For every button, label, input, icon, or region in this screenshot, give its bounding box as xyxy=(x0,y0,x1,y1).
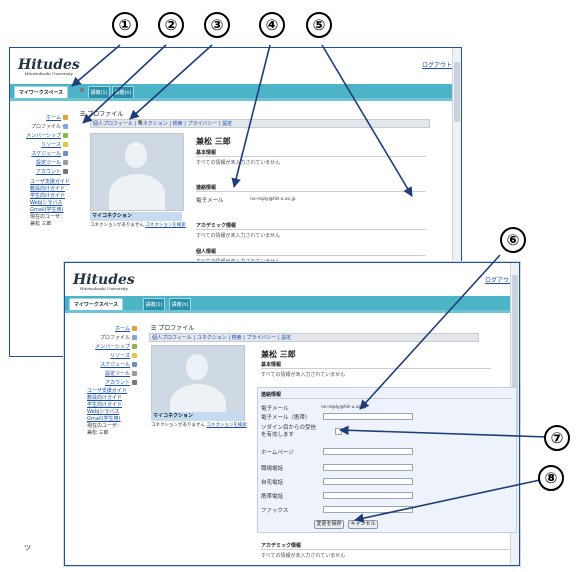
callout-6: ⑥ xyxy=(500,227,526,253)
callout-4: ④ xyxy=(259,12,285,38)
callout-1: ① xyxy=(112,12,138,38)
callout-dots xyxy=(80,88,142,124)
callout-3: ③ xyxy=(204,12,230,38)
callout-arrows xyxy=(71,44,549,523)
callout-2: ② xyxy=(158,12,184,38)
stray-text: ッ xyxy=(23,543,33,553)
callout-8: ⑧ xyxy=(538,465,564,491)
callout-5: ⑤ xyxy=(306,12,332,38)
callout-7: ⑦ xyxy=(544,425,570,451)
